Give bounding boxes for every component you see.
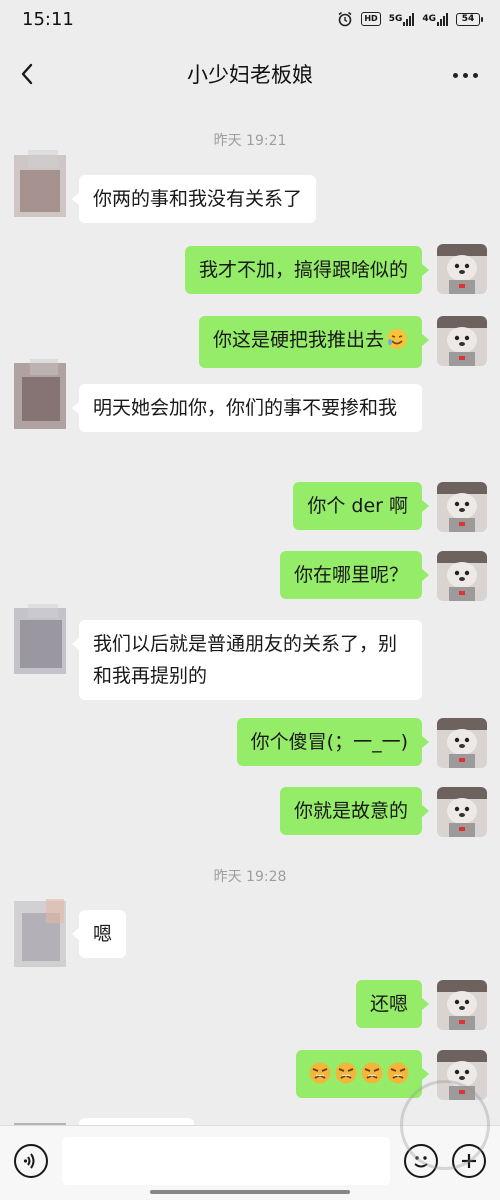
chat-header: 小少妇老板娘 (0, 45, 500, 105)
my-avatar[interactable] (437, 244, 487, 294)
message-bubble-sent[interactable] (296, 1050, 429, 1098)
chat-title: 小少妇老板娘 (187, 63, 313, 87)
signal-4g-icon: 4G (422, 12, 448, 26)
message-bubble-sent[interactable]: 你在哪里呢？ (279, 551, 430, 599)
contact-avatar[interactable] (10, 355, 72, 439)
message-bubble-received[interactable]: 你两的事和我没有关系了 (71, 175, 317, 223)
message-input[interactable] (62, 1137, 390, 1185)
my-avatar[interactable] (437, 316, 487, 366)
message-bubble-received[interactable]: 明天她会加你，你们的事不要掺和我 (72, 384, 422, 432)
battery-icon: 54 (456, 12, 483, 26)
contact-avatar[interactable] (10, 893, 72, 977)
message-bubble-received[interactable]: 嗯 (71, 910, 127, 958)
message-bubble-sent[interactable]: 我才不加，搞得跟啥似的 (184, 246, 430, 294)
message-bubble-sent[interactable]: 还嗯 (355, 980, 430, 1028)
status-time: 15:11 (22, 9, 74, 30)
message-bubble-sent[interactable]: 你就是故意的 (279, 787, 430, 835)
my-avatar[interactable] (437, 551, 487, 601)
more-dots-icon[interactable] (453, 73, 478, 78)
timestamp: 昨天 19:21 (213, 133, 287, 149)
status-icons: HD 5G 4G 54 (337, 11, 483, 27)
alarm-icon (337, 11, 353, 27)
watermark-stamp (400, 1080, 490, 1170)
network-4g-label: 4G (422, 14, 436, 24)
home-indicator (150, 1190, 350, 1194)
message-bubble-received[interactable]: 我们以后就是普通朋友的关系了，别和我再提别的 (72, 620, 422, 700)
angry-face-emoji-icon (308, 1061, 410, 1085)
timestamp: 昨天 19:28 (213, 869, 287, 885)
signal-5g-icon: 5G (389, 12, 415, 26)
my-avatar[interactable] (437, 482, 487, 532)
voice-icon[interactable] (14, 1144, 48, 1178)
message-bubble-sent[interactable]: 你这是硬把我推出去 (198, 316, 430, 368)
contact-avatar[interactable] (10, 600, 72, 684)
contact-avatar[interactable] (10, 145, 72, 229)
message-bubble-sent[interactable]: 你个傻冒(；一_一) (236, 718, 430, 766)
network-5g-label: 5G (388, 14, 403, 24)
hd-badge: HD (361, 12, 381, 26)
my-avatar[interactable] (437, 718, 487, 768)
message-bubble-sent[interactable]: 你个 der 啊 (293, 482, 429, 530)
message-text: 你这是硬把我推出去 (212, 329, 384, 351)
laughing-tears-emoji-icon (386, 328, 408, 360)
status-bar: 15:11 HD 5G 4G 54 (0, 0, 500, 40)
my-avatar[interactable] (437, 980, 487, 1030)
my-avatar[interactable] (437, 787, 487, 837)
